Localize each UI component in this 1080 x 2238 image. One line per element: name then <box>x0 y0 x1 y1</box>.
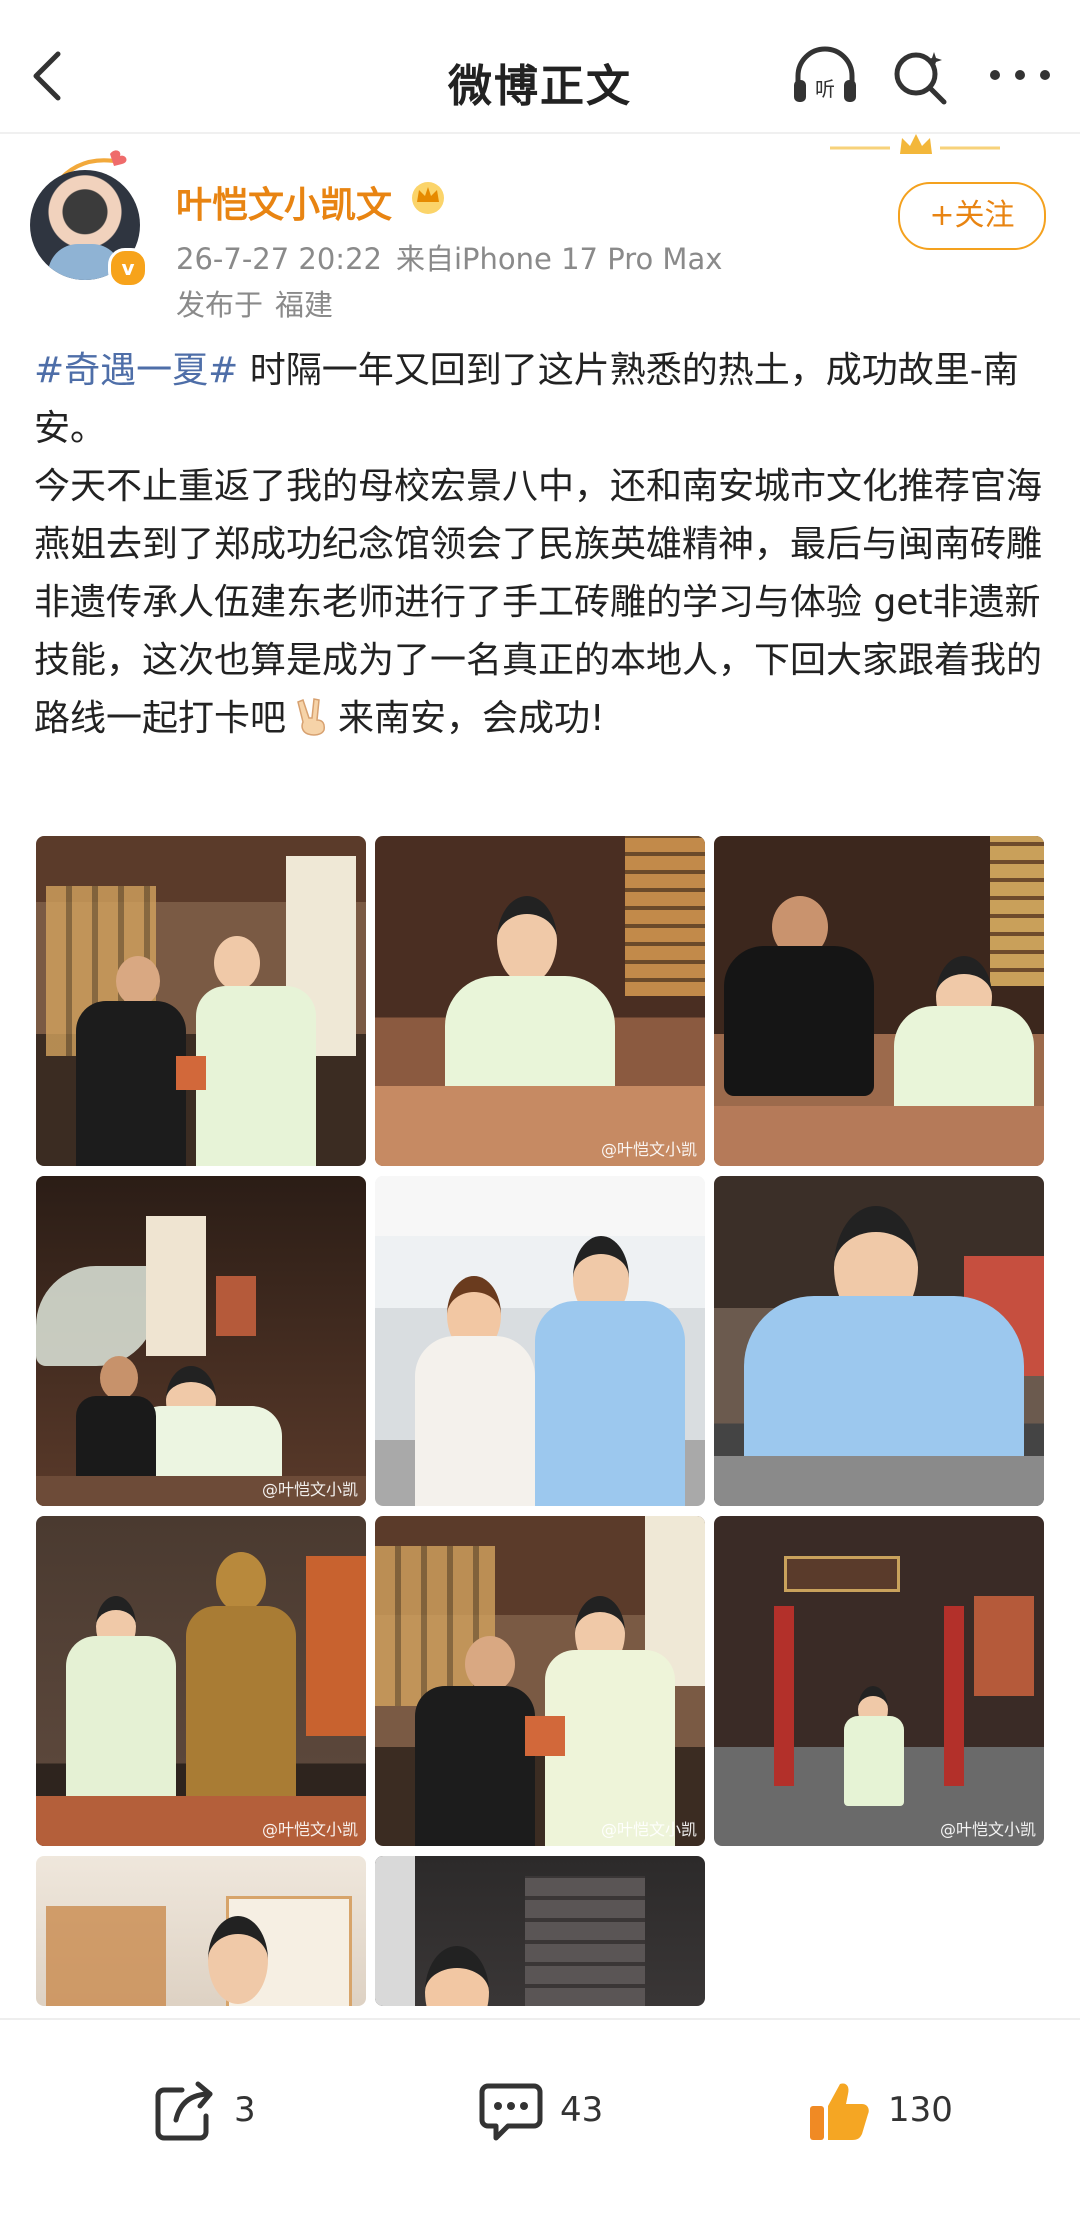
search-icon <box>894 52 947 105</box>
author-name[interactable]: 叶恺文小凯文 <box>176 176 392 228</box>
like-count: 130 <box>888 2090 953 2130</box>
location-prefix: 发布于 <box>176 288 264 322</box>
repost-count: 3 <box>234 2090 256 2130</box>
author-avatar[interactable]: v <box>30 148 150 288</box>
repost-share-icon <box>155 2081 213 2141</box>
decoration-crown-icon <box>830 134 1000 154</box>
top-nav-bar: 微博正文 听 <box>0 0 1080 134</box>
action-toolbar: 3 43 130 <box>0 2018 1080 2238</box>
photo-11[interactable] <box>375 1856 705 2006</box>
crown-badge-icon <box>412 182 444 214</box>
svg-text:听: 听 <box>815 77 835 101</box>
photo-8[interactable]: @叶恺文小凯 <box>375 1516 705 1846</box>
weibo-post-page: 微博正文 听 v 叶恺文小凯文 26-7-27 20:22 来自iPhone 1… <box>0 0 1080 2238</box>
photo-5[interactable] <box>375 1176 705 1506</box>
search-button[interactable] <box>890 46 950 106</box>
photo-4[interactable]: @叶恺文小凯 <box>36 1176 366 1506</box>
more-dots-icon <box>990 70 1050 80</box>
post-text-tail: 来南安，会成功! <box>338 698 605 739</box>
post-meta: 26-7-27 20:22 来自iPhone 17 Pro Max <box>176 236 722 278</box>
photo-watermark: @叶恺文小凯 <box>939 1820 1036 1839</box>
post-source: 来自iPhone 17 Pro Max <box>395 242 723 276</box>
listen-button[interactable]: 听 <box>790 46 860 106</box>
thumbs-up-like-icon <box>810 2083 869 2140</box>
photo-1[interactable] <box>36 836 366 1166</box>
photo-watermark: @叶恺文小凯 <box>261 1820 358 1839</box>
location-name: 福建 <box>275 288 334 322</box>
photo-2[interactable]: @叶恺文小凯 <box>375 836 705 1166</box>
topic-link[interactable]: #奇遇一夏# <box>34 350 238 391</box>
follow-button[interactable]: +关注 <box>898 182 1046 250</box>
photo-3[interactable] <box>714 836 1044 1166</box>
photo-watermark: @叶恺文小凯 <box>600 1820 697 1839</box>
headphones-listen-icon: 听 <box>794 46 856 102</box>
photo-9[interactable]: @叶恺文小凯 <box>714 1516 1044 1846</box>
comment-count: 43 <box>560 2090 604 2130</box>
photo-7[interactable]: @叶恺文小凯 <box>36 1516 366 1846</box>
verified-badge-icon: v <box>108 248 148 288</box>
photo-watermark: @叶恺文小凯 <box>600 1140 697 1159</box>
post-content: #奇遇一夏# 时隔一年又回到了这片熟悉的热土，成功故里-南安。 今天不止重返了我… <box>34 342 1044 748</box>
post-date: 26-7-27 20:22 <box>176 242 382 276</box>
photo-watermark: @叶恺文小凯 <box>261 1480 358 1499</box>
photo-10[interactable] <box>36 1856 366 2006</box>
comment-bubble-icon <box>479 2083 543 2141</box>
photo-6[interactable] <box>714 1176 1044 1506</box>
victory-hand-icon <box>297 698 325 736</box>
post-location: 发布于 福建 <box>176 282 333 324</box>
more-options-button[interactable] <box>985 58 1055 92</box>
